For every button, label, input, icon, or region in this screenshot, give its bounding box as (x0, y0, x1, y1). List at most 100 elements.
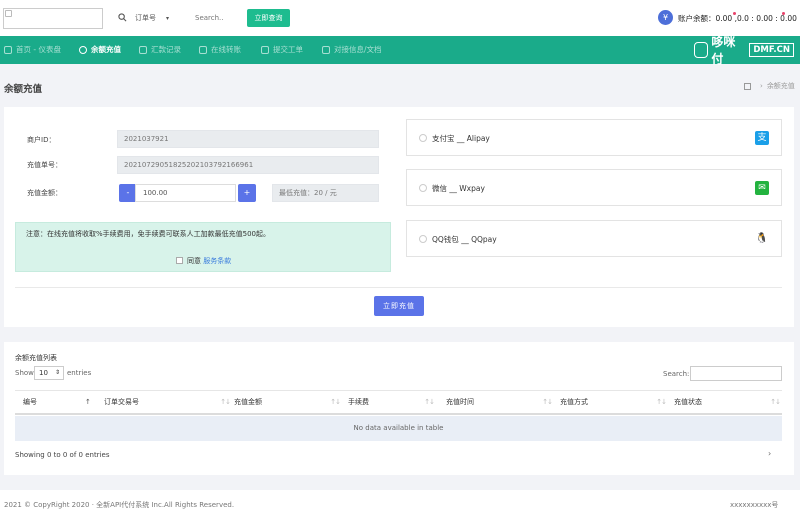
alipay-icon: 支 (755, 131, 769, 145)
column-label: 充值状态 (674, 398, 702, 406)
ticket-icon (261, 46, 269, 54)
wallet-icon: ¥ (658, 10, 673, 25)
table-empty-row: No data available in table (15, 416, 782, 441)
nav-item-label: 对接信息/文档 (334, 45, 382, 54)
table-search-label: Search: (663, 370, 690, 378)
column-header-order[interactable]: 订单交易号 ↑↓ (104, 391, 231, 414)
alipay-radio[interactable] (419, 134, 427, 142)
sort-icon: ↑↓ (424, 398, 435, 406)
sort-icon: ↑↓ (330, 398, 341, 406)
brand-domain: DMF.CN (749, 43, 794, 57)
payment-option-alipay[interactable]: 支付宝 __ Alipay 支 (406, 119, 782, 156)
payment-option-qqpay[interactable]: QQ钱包 __ QQpay 🐧 (406, 220, 782, 257)
agree-checkbox[interactable] (176, 257, 183, 264)
home-icon[interactable] (744, 82, 751, 90)
account-balance: 账户余额：0.00 ,0.0 : 0.00 : 0.00 (678, 14, 797, 23)
column-label: 订单交易号 (104, 398, 139, 406)
breadcrumb: › 余额充值 (744, 81, 795, 91)
recharge-icon (79, 46, 87, 54)
merchant-id-label: 商户ID： (27, 136, 56, 144)
doc-icon (322, 46, 330, 54)
footer-copyright: 2021 © CopyRight 2020 · 全新API代付系统 Inc.Al… (4, 501, 235, 509)
amount-increase-button[interactable]: + (238, 184, 256, 202)
merchant-id-field[interactable]: 2021037921 (117, 130, 379, 148)
search-type-select[interactable]: 订单号 ▾ (135, 12, 185, 24)
nav-item-label: 在线转账 (211, 45, 241, 54)
payment-label: QQ钱包 __ QQpay (432, 235, 497, 244)
column-header-method[interactable]: 充值方式 ↑↓ (560, 391, 667, 414)
entries-label: entries (67, 369, 92, 377)
payment-label: 支付宝 __ Alipay (432, 134, 490, 143)
notice-text: 注意：在线充值将收取%手续费用，免手续费可联系人工加款最低充值500起。 (26, 230, 271, 238)
sort-icon: ↑↓ (542, 398, 553, 406)
payment-option-wxpay[interactable]: 微信 __ Wxpay ✉ (406, 169, 782, 206)
nav-item-recharge[interactable]: 余额充值 (79, 36, 121, 64)
records-title: 余额充值列表 (15, 354, 57, 362)
payment-label: 微信 __ Wxpay (432, 184, 485, 193)
submit-recharge-button[interactable]: 立即充值 (374, 296, 424, 316)
qqpay-radio[interactable] (419, 235, 427, 243)
nav-item-remittance[interactable]: 汇款记录 (139, 36, 181, 64)
chart-icon (139, 46, 147, 54)
search-icon (118, 13, 127, 22)
nav-item-ticket[interactable]: 提交工单 (261, 36, 303, 64)
order-no-field[interactable]: 20210729051825202103792166961 (117, 156, 379, 174)
site-logo[interactable] (3, 8, 103, 29)
chevron-down-icon: ▾ (166, 14, 170, 22)
search-input[interactable] (195, 9, 243, 26)
table-header: 编号 ↑ 订单交易号 ↑↓ 充值金额 ↑↓ 手续费 ↑↓ 充值时间 ↑↓ 充值方式 ↑↓ 充… (15, 390, 782, 415)
column-header-status[interactable]: 充值状态 ↑↓ (674, 391, 781, 414)
brand-name: 哆咪付 (711, 35, 736, 66)
search-button[interactable]: 立即查询 (247, 9, 290, 27)
sort-icon: ↑↓ (656, 398, 667, 406)
broken-image-icon (5, 10, 12, 17)
sort-icon: ↑ (85, 398, 91, 406)
home-icon (4, 46, 12, 54)
wxpay-radio[interactable] (419, 184, 427, 192)
sort-updown-icon: ⇕ (54, 369, 60, 376)
next-page-button[interactable]: › (768, 449, 771, 458)
divider (15, 287, 782, 288)
nav-item-label: 提交工单 (273, 45, 303, 54)
page-size-value: 10 (39, 369, 48, 377)
amount-input[interactable] (135, 184, 236, 202)
breadcrumb-separator: › (760, 82, 763, 90)
wechat-icon: ✉ (755, 181, 769, 195)
sort-icon: ↑↓ (770, 398, 781, 406)
notification-dot (782, 12, 785, 15)
search-type-value: 订单号 (135, 14, 156, 22)
nav-item-label: 余额充值 (91, 45, 121, 54)
show-label: Show (15, 369, 34, 377)
nav-item-label: 汇款记录 (151, 45, 181, 54)
qq-icon: 🐧 (755, 232, 769, 246)
nav-item-transfer[interactable]: 在线转账 (199, 36, 241, 64)
table-search-input[interactable] (690, 366, 782, 381)
table-info: Showing 0 to 0 of 0 entries (15, 451, 110, 459)
footer-icp: xxxxxxxxxx号 (730, 501, 779, 509)
nav-item-docs[interactable]: 对接信息/文档 (322, 36, 382, 64)
page-size-select[interactable]: 10 ⇕ (34, 366, 64, 380)
column-header-fee[interactable]: 手续费 ↑↓ (348, 391, 435, 414)
column-label: 手续费 (348, 398, 369, 406)
sort-icon: ↑↓ (220, 398, 231, 406)
nav-item-label: 首页 - 仪表盘 (16, 45, 61, 54)
column-header-id[interactable]: 编号 ↑ (23, 391, 99, 414)
breadcrumb-current: 余额充值 (766, 82, 795, 90)
column-label: 充值金额 (234, 398, 262, 406)
column-header-time[interactable]: 充值时间 ↑↓ (446, 391, 553, 414)
order-no-label: 充值单号： (27, 161, 62, 169)
brand-logo[interactable]: 哆咪付 DMF.CN (694, 35, 794, 66)
amount-label: 充值金额： (27, 189, 62, 197)
transfer-icon (199, 46, 207, 54)
brand-icon (694, 42, 709, 58)
terms-link[interactable]: 服务条款 (203, 257, 231, 265)
column-header-amount[interactable]: 充值金额 ↑↓ (234, 391, 341, 414)
agree-text: 同意 (187, 257, 201, 265)
column-label: 充值时间 (446, 398, 474, 406)
page-title: 余额充值 (4, 84, 43, 95)
agree-label[interactable]: 同意 服务条款 (187, 256, 231, 266)
min-amount-field: 最低充值：20 / 元 (272, 184, 379, 202)
notification-dot (733, 12, 736, 15)
column-label: 编号 (23, 398, 37, 406)
nav-item-dashboard[interactable]: 首页 - 仪表盘 (4, 36, 61, 64)
